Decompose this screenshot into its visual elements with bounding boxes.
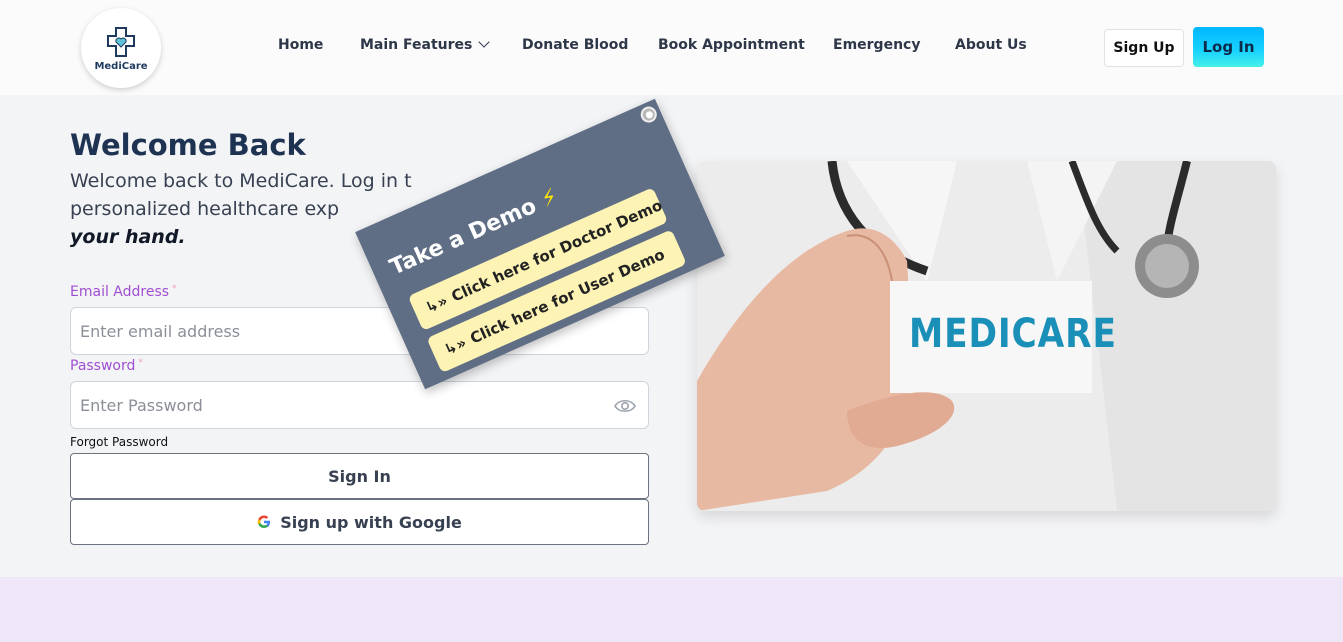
medical-cross-icon — [107, 26, 135, 57]
nav-donate-blood[interactable]: Donate Blood — [522, 37, 628, 53]
hero-image: MEDICARE — [697, 161, 1276, 511]
password-placeholder: Enter Password — [80, 395, 203, 415]
welcome-subtitle-line2: personalized healthcare exp — [70, 198, 340, 220]
nav-about-us[interactable]: About Us — [955, 37, 1027, 53]
email-placeholder: Enter email address — [80, 321, 241, 341]
card-brand-text: MEDICARE — [909, 311, 1117, 357]
lightning-icon: ⚡ — [537, 184, 562, 214]
page-title: Welcome Back — [70, 128, 306, 162]
required-mark: * — [138, 358, 143, 368]
login-button[interactable]: Log In — [1193, 27, 1264, 67]
nav-book-appointment[interactable]: Book Appointment — [658, 37, 805, 53]
google-signup-button[interactable]: Sign up with Google — [70, 499, 649, 545]
google-icon — [257, 515, 271, 528]
google-signup-label: Sign up with Google — [280, 512, 462, 532]
welcome-subtitle-emphasis: your hand. — [70, 226, 186, 248]
required-mark: * — [172, 284, 177, 294]
footer-band — [0, 577, 1343, 642]
forgot-password-link[interactable]: Forgot Password — [70, 435, 168, 449]
logo[interactable]: MediCare — [81, 8, 161, 88]
password-label-text: Password — [70, 358, 136, 374]
password-field[interactable]: Enter Password — [70, 381, 649, 429]
chevron-down-icon — [478, 36, 491, 48]
nav-main-features[interactable]: Main Features — [360, 36, 491, 53]
signin-button[interactable]: Sign In — [70, 453, 649, 499]
signup-button[interactable]: Sign Up — [1104, 29, 1184, 67]
email-label-text: Email Address — [70, 284, 170, 300]
logo-text: MediCare — [94, 60, 148, 72]
eye-icon[interactable] — [614, 396, 636, 416]
email-label: Email Address * — [70, 284, 177, 300]
close-icon[interactable] — [638, 104, 660, 126]
nav-emergency[interactable]: Emergency — [833, 37, 920, 53]
password-label: Password * — [70, 358, 143, 374]
welcome-subtitle-line1: Welcome back to MediCare. Log in t — [70, 170, 412, 192]
arrow-icon: ↳» — [441, 333, 470, 359]
nav-main-features-label: Main Features — [360, 37, 473, 53]
arrow-icon: ↳» — [422, 291, 451, 317]
nav-home[interactable]: Home — [278, 37, 323, 53]
site-header: MediCare Home Main Features Donate Blood… — [0, 0, 1343, 95]
